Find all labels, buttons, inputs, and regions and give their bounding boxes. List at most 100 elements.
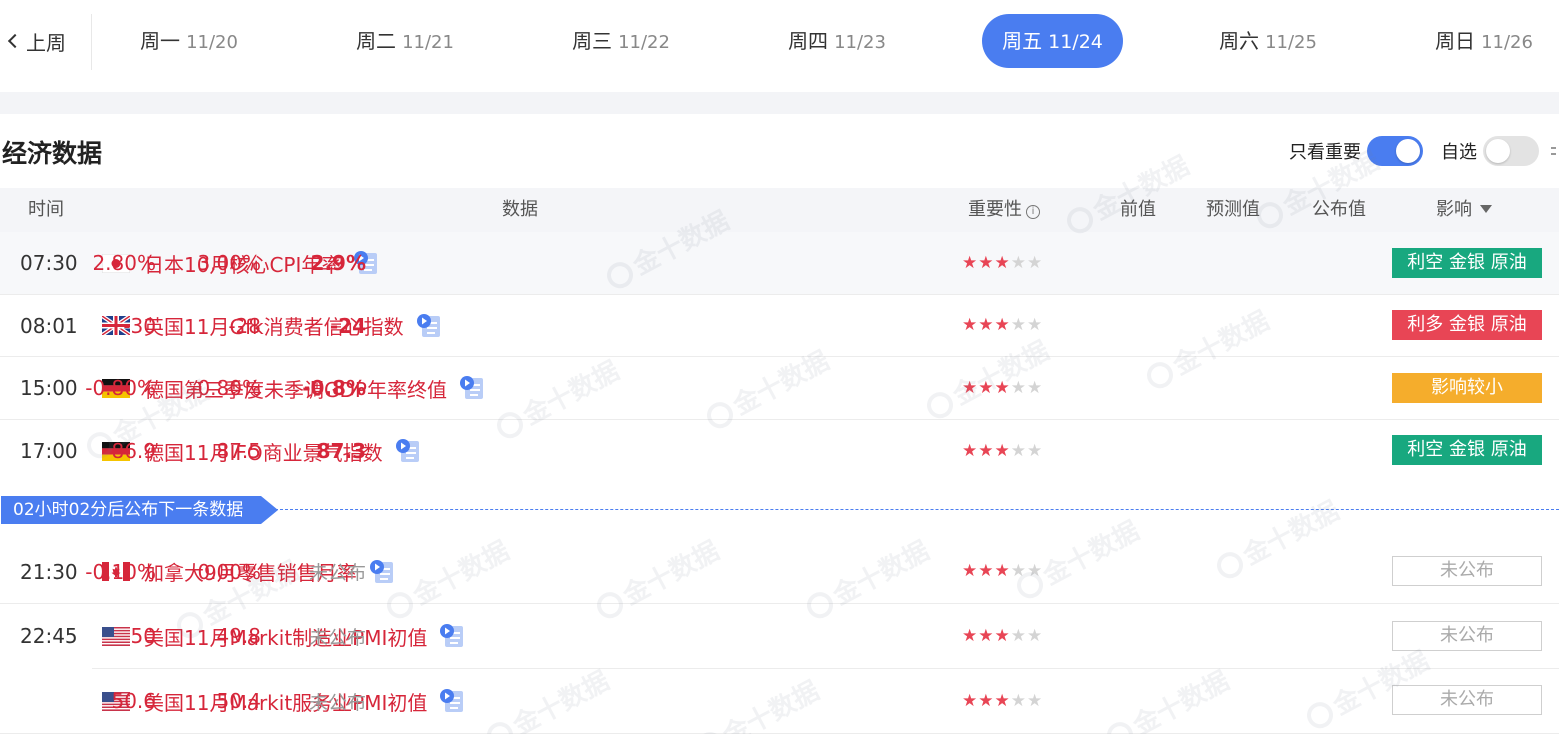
day-date: 11/21 — [402, 32, 454, 53]
toggle-knob — [1396, 139, 1420, 163]
table-row[interactable]: 21:30 加拿大9月零售销售月率 ★ ★ ★ ★ ★ -0.10% 0.00% 未公布… — [0, 540, 1559, 604]
forecast-value: 3.00% — [197, 251, 261, 275]
countdown-divider — [260, 509, 1559, 510]
filter-bar: 只看重要 自选 — [1289, 136, 1559, 166]
col-impact-label: 影响 — [1436, 199, 1472, 220]
day-date: 11/22 — [618, 32, 670, 53]
video-doc-icon[interactable] — [439, 623, 467, 649]
day-date: 11/23 — [834, 32, 886, 53]
day-tab-thu[interactable]: 周四 11/23 — [774, 14, 900, 68]
forecast-value: 50.4 — [216, 689, 261, 713]
us-flag-icon — [102, 626, 130, 646]
table-row[interactable]: 22:45 美国11月Markit制造业PMI初值 ★ ★ ★ ★ ★ 50 49.8 … — [0, 604, 1559, 668]
impact-badge: 利空 金银 原油 — [1392, 435, 1542, 465]
day-weekday: 周日 — [1435, 29, 1476, 53]
col-actual: 公布值 — [1312, 199, 1366, 220]
day-weekday: 周六 — [1219, 29, 1260, 53]
day-tab-tue[interactable]: 周二 11/21 — [342, 14, 468, 68]
day-tab-sat[interactable]: 周六 11/25 — [1205, 14, 1331, 68]
importance-stars: ★ ★ ★ ★ ★ — [962, 440, 1043, 461]
event-name: 美国11月Markit制造业PMI初值 — [144, 625, 428, 650]
previous-value: 50 — [130, 624, 156, 648]
row-event[interactable]: 德国第三季度未季调GDP年率终值 — [102, 357, 487, 419]
day-tab-mon[interactable]: 周一 11/20 — [126, 14, 252, 68]
table-row[interactable]: 07:30 日本10月核心CPI年率 ★ ★ ★ ★ ★ 2.80% 3.00% 2.9… — [0, 232, 1559, 295]
day-tab-sun[interactable]: 周日 11/26 — [1421, 14, 1547, 68]
forecast-value: -0.80% — [190, 376, 261, 400]
previous-value: 86.9 — [111, 439, 156, 463]
video-doc-icon[interactable] — [369, 559, 397, 585]
event-name: 美国11月Markit服务业PMI初值 — [144, 690, 428, 715]
importance-stars: ★ ★ ★ ★ ★ — [962, 252, 1043, 273]
caret-down-icon — [1480, 205, 1492, 213]
impact-badge: 未公布 — [1392, 556, 1542, 586]
video-doc-icon[interactable] — [459, 375, 487, 401]
actual-value: -24 — [329, 313, 366, 338]
impact-badge: 影响较小 — [1392, 373, 1542, 403]
day-date: 11/20 — [186, 32, 238, 53]
countdown-arrow — [261, 496, 278, 524]
forecast-value: -28 — [228, 313, 261, 338]
previous-week-label: 上周 — [26, 30, 66, 55]
watchlist-label: 自选 — [1441, 142, 1477, 163]
col-data: 数据 — [502, 199, 538, 220]
video-doc-icon[interactable] — [416, 313, 444, 339]
day-date: 11/25 — [1265, 32, 1317, 53]
forecast-value: 0.00% — [197, 559, 261, 584]
day-weekday: 周二 — [356, 29, 397, 53]
table-header: 时间 数据 重要性 i 前值 预测值 公布值 影响 — [0, 188, 1559, 232]
day-weekday: 周一 — [140, 29, 181, 53]
col-time: 时间 — [28, 199, 64, 220]
previous-value: 50.6 — [111, 689, 156, 713]
day-date: 11/26 — [1481, 32, 1533, 53]
actual-value: 2.9% — [310, 251, 366, 275]
table-row[interactable]: 美国11月Markit服务业PMI初值 ★ ★ ★ ★ ★ 50.6 50.4 未公布 … — [0, 669, 1559, 734]
actual-value: 未公布 — [308, 691, 366, 714]
impact-badge: 未公布 — [1392, 685, 1542, 715]
actual-value: -0.8% — [302, 376, 366, 400]
previous-value: 2.80% — [92, 251, 156, 275]
important-only-label: 只看重要 — [1289, 142, 1361, 163]
previous-value: -0.10% — [85, 559, 156, 584]
col-forecast: 预测值 — [1206, 199, 1260, 220]
row-time: 15:00 — [20, 376, 78, 400]
importance-stars: ★ ★ ★ ★ ★ — [962, 561, 1043, 581]
day-weekday: 周五 — [1002, 29, 1043, 53]
countdown-text: 02小时02分后公布下一条数据 — [1, 496, 261, 524]
row-event[interactable]: 美国11月Markit制造业PMI初值 — [102, 604, 467, 668]
section-title: 经济数据 — [2, 139, 103, 168]
section-separator — [0, 92, 1559, 114]
video-doc-icon[interactable] — [395, 438, 423, 464]
actual-value: 未公布 — [308, 626, 366, 649]
importance-stars: ★ ★ ★ ★ ★ — [962, 625, 1043, 646]
day-tab-wed[interactable]: 周三 11/22 — [558, 14, 684, 68]
day-date: 11/24 — [1048, 31, 1103, 53]
impact-badge: 利空 金银 原油 — [1392, 248, 1542, 278]
impact-badge: 利多 金银 原油 — [1392, 310, 1542, 340]
divider — [91, 14, 92, 70]
row-time: 21:30 — [20, 559, 78, 584]
important-only-toggle[interactable] — [1367, 136, 1423, 166]
toggle-knob — [1486, 139, 1510, 163]
row-event[interactable]: 美国11月Markit服务业PMI初值 — [102, 669, 467, 733]
table-row[interactable]: 17:00 德国11月IFO商业景气指数 ★ ★ ★ ★ ★ 86.9 87.5 87.… — [0, 420, 1559, 482]
day-weekday: 周三 — [572, 29, 613, 53]
info-icon[interactable]: i — [1026, 205, 1040, 219]
previous-week-button[interactable]: 上周 — [4, 28, 66, 55]
day-weekday: 周四 — [788, 29, 829, 53]
table-row[interactable]: 15:00 德国第三季度未季调GDP年率终值 ★ ★ ★ ★ ★ -0.80% -0.8… — [0, 357, 1559, 420]
table-row[interactable]: 08:01 英国11月Gfk消费者信心指数 ★ ★ ★ ★ ★ -30 -28 -24 … — [0, 295, 1559, 357]
previous-value: -30 — [123, 313, 156, 338]
watchlist-toggle[interactable] — [1483, 136, 1539, 166]
col-importance[interactable]: 重要性 i — [968, 188, 1040, 232]
day-tab-fri[interactable]: 周五 11/24 — [982, 14, 1123, 68]
more-filters-icon[interactable] — [1549, 141, 1559, 161]
col-importance-label: 重要性 — [968, 199, 1022, 220]
video-doc-icon[interactable] — [439, 688, 467, 714]
previous-value: -0.80% — [85, 376, 156, 400]
col-impact[interactable]: 影响 — [1436, 188, 1492, 232]
impact-badge: 未公布 — [1392, 621, 1542, 651]
importance-stars: ★ ★ ★ ★ ★ — [962, 315, 1043, 335]
row-time: 08:01 — [20, 313, 78, 338]
importance-stars: ★ ★ ★ ★ ★ — [962, 690, 1043, 711]
